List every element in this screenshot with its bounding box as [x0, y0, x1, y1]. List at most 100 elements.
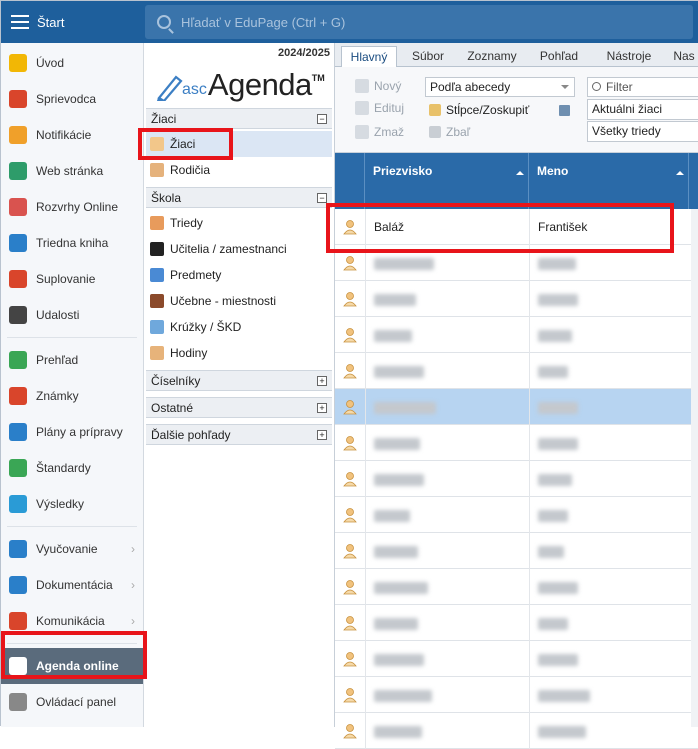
section-ziaci[interactable]: Žiaci −: [146, 108, 332, 129]
classes-filter-select[interactable]: Všetky triedy: [587, 121, 698, 142]
table-row[interactable]: [335, 641, 698, 677]
cell-name: [529, 605, 689, 641]
sidebar-item-7[interactable]: Udalosti: [1, 297, 143, 333]
grid-scrollbar[interactable]: [691, 209, 698, 727]
blurred-text: [538, 545, 564, 558]
sidebar-item-3[interactable]: Web stránka: [1, 153, 143, 189]
tab-nastavenia[interactable]: Nas: [669, 46, 698, 67]
expand-icon[interactable]: +: [317, 376, 327, 386]
agenda-item-ucebne[interactable]: Učebne - miestnosti: [146, 288, 332, 314]
sidebar-item-10[interactable]: Plány a prípravy: [1, 414, 143, 450]
tab-zoznamy[interactable]: Zoznamy: [459, 46, 525, 67]
table-row[interactable]: [335, 713, 698, 749]
table-row[interactable]: [335, 389, 698, 425]
sidebar-item-12[interactable]: Výsledky: [1, 486, 143, 522]
sidebar-item-8[interactable]: Prehľad: [1, 342, 143, 378]
blurred-text: [538, 581, 578, 594]
collapse-button[interactable]: Zbaľ: [429, 125, 470, 139]
start-button[interactable]: Štart: [1, 1, 143, 43]
cell-name: [529, 641, 689, 677]
table-row[interactable]: [335, 425, 698, 461]
table-row[interactable]: [335, 353, 698, 389]
filter-input[interactable]: Filter: [587, 77, 698, 97]
table-row[interactable]: [335, 497, 698, 533]
table-row[interactable]: Baláž František: [335, 209, 698, 245]
magic-wand-icon: [9, 90, 27, 108]
sidebar-item-5[interactable]: Triedna kniha: [1, 225, 143, 261]
table-row[interactable]: [335, 533, 698, 569]
agenda-item-ziaci[interactable]: Žiaci: [146, 131, 332, 157]
table-row[interactable]: [335, 677, 698, 713]
section-ostatne[interactable]: Ostatné +: [146, 397, 332, 418]
blurred-text: [374, 473, 424, 486]
sidebar-item-13[interactable]: Vyučovanie ›: [1, 531, 143, 567]
table-row[interactable]: [335, 317, 698, 353]
blurred-text: [374, 365, 424, 378]
tab-hlavny[interactable]: Hlavný: [341, 46, 397, 67]
blurred-text: [374, 545, 418, 558]
agenda-item-label: Triedy: [170, 216, 203, 230]
agenda-item-triedy[interactable]: Triedy: [146, 210, 332, 236]
sidebar-item-6[interactable]: Suplovanie: [1, 261, 143, 297]
table-row[interactable]: [335, 281, 698, 317]
agenda-item-label: Predmety: [170, 268, 222, 282]
sidebar-item-2[interactable]: Notifikácie: [1, 117, 143, 153]
sidebar-item-11[interactable]: Štandardy: [1, 450, 143, 486]
header-name[interactable]: Meno: [529, 153, 689, 209]
section-ciselniky[interactable]: Číselníky +: [146, 370, 332, 391]
blurred-text: [374, 293, 416, 306]
agenda-item-rodicia[interactable]: Rodičia: [146, 157, 332, 183]
blurred-text: [374, 329, 412, 342]
sidebar-item-14[interactable]: Dokumentácia ›: [1, 567, 143, 603]
blurred-text: [538, 689, 590, 702]
agenda-item-hodiny[interactable]: Hodiny: [146, 340, 332, 366]
calendar-icon: [9, 306, 27, 324]
header-surname-label: Priezvisko: [373, 164, 433, 178]
sidebar-item-label: Sprievodca: [36, 92, 97, 106]
cell-name: [529, 677, 689, 713]
section-skola[interactable]: Škola −: [146, 187, 332, 208]
table-row[interactable]: [335, 461, 698, 497]
header-surname[interactable]: Priezvisko: [365, 153, 529, 209]
sidebar-item-label: Notifikácie: [36, 128, 92, 142]
table-row[interactable]: [335, 245, 698, 281]
collapse-icon[interactable]: −: [317, 193, 327, 203]
sidebar-item-0[interactable]: Úvod: [1, 45, 143, 81]
collapse-icon[interactable]: −: [317, 114, 327, 124]
tab-pohlad[interactable]: Pohľad: [529, 46, 589, 67]
new-button[interactable]: Nový: [355, 79, 401, 93]
blurred-text: [538, 653, 578, 666]
save-icon[interactable]: [559, 105, 570, 116]
delete-button[interactable]: Zmaž: [355, 125, 404, 139]
expand-icon[interactable]: +: [317, 430, 327, 440]
expand-icon[interactable]: +: [317, 403, 327, 413]
columns-button[interactable]: Stĺpce/Zoskupiť: [429, 103, 529, 117]
cell-surname: [365, 353, 529, 389]
sidebar-item-4[interactable]: Rozvrhy Online: [1, 189, 143, 225]
section-dalsie-pohlady[interactable]: Ďalšie pohľady +: [146, 424, 332, 445]
students-filter-select[interactable]: Aktuálni žiaci: [587, 99, 698, 120]
tab-subor[interactable]: Súbor: [399, 46, 457, 67]
main-content: Hlavný Súbor Zoznamy Pohľad Nástroje Nas…: [335, 43, 698, 749]
sidebar-item-label: Plány a prípravy: [36, 425, 123, 439]
edit-button[interactable]: Edituj: [355, 101, 404, 115]
sidebar-item-15[interactable]: Komunikácia ›: [1, 603, 143, 639]
sidebar-item-16[interactable]: Agenda online: [1, 648, 143, 684]
agenda-item-ucitelia[interactable]: Učitelia / zamestnanci: [146, 236, 332, 262]
shield-check-icon: [9, 459, 27, 477]
sort-select[interactable]: Podľa abecedy: [425, 77, 575, 97]
asc-agenda-logo: asc Agenda TM: [156, 59, 325, 103]
table-row[interactable]: [335, 569, 698, 605]
student-icon: [342, 219, 358, 235]
cell-surname: [365, 497, 529, 533]
agenda-item-predmety[interactable]: Predmety: [146, 262, 332, 288]
sidebar-item-9[interactable]: Známky: [1, 378, 143, 414]
table-row[interactable]: [335, 605, 698, 641]
sidebar-item-1[interactable]: Sprievodca: [1, 81, 143, 117]
sidebar-item-17[interactable]: Ovládací panel: [1, 684, 143, 720]
school-year: 2024/2025: [278, 47, 330, 59]
search-input[interactable]: Hľadať v EduPage (Ctrl + G): [145, 5, 693, 39]
agenda-item-kruzky[interactable]: Krúžky / ŠKD: [146, 314, 332, 340]
tab-nastroje[interactable]: Nástroje: [593, 46, 665, 67]
class-icon: [150, 216, 164, 230]
